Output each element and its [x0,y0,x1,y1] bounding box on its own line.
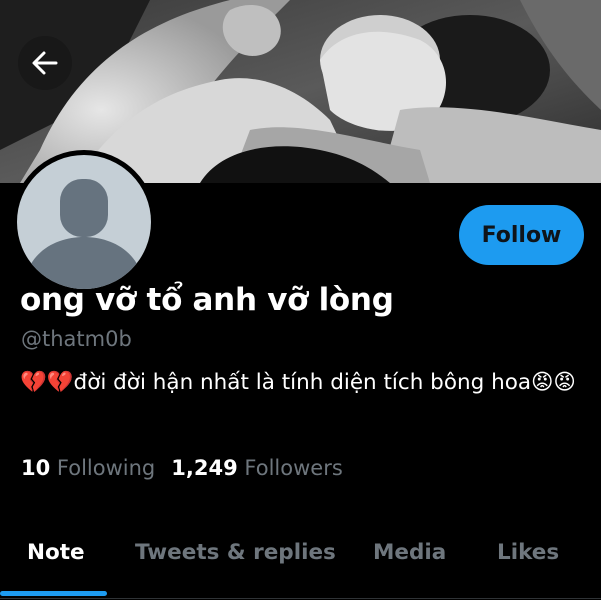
tab-tweets-and-replies[interactable]: Tweets & replies [135,540,336,565]
following-link[interactable]: 10 Following [21,456,155,480]
followers-label: Followers [244,456,343,480]
profile-stats: 10 Following 1,249 Followers [21,456,343,480]
following-count: 10 [21,456,51,480]
profile-tabs: Note Tweets & replies Media Likes [0,520,601,600]
arrow-left-icon [32,51,58,75]
back-button[interactable] [18,36,72,90]
avatar[interactable] [12,150,156,294]
bio-text: đời đời hận nhất là tính diện tích bông … [73,370,532,395]
followers-link[interactable]: 1,249 Followers [171,456,343,480]
following-label: Following [56,456,156,480]
angry-face-emoji: 😡😡 [531,370,576,395]
broken-heart-emoji: 💔💔 [20,370,74,395]
default-avatar-silhouette [17,155,151,289]
profile-display-name: ong vỡ tổ anh vỡ lòng [20,282,394,318]
active-tab-indicator [0,591,107,596]
tab-note[interactable]: Note [27,540,85,565]
tabs-divider [0,598,601,599]
tab-media[interactable]: Media [373,540,446,565]
tab-likes[interactable]: Likes [497,540,559,565]
profile-bio: 💔💔đời đời hận nhất là tính diện tích bôn… [20,368,580,398]
avatar-person-icon [23,179,145,289]
follow-button[interactable]: Follow [459,205,584,265]
followers-count: 1,249 [171,456,238,480]
profile-handle: @thatm0b [21,327,132,351]
